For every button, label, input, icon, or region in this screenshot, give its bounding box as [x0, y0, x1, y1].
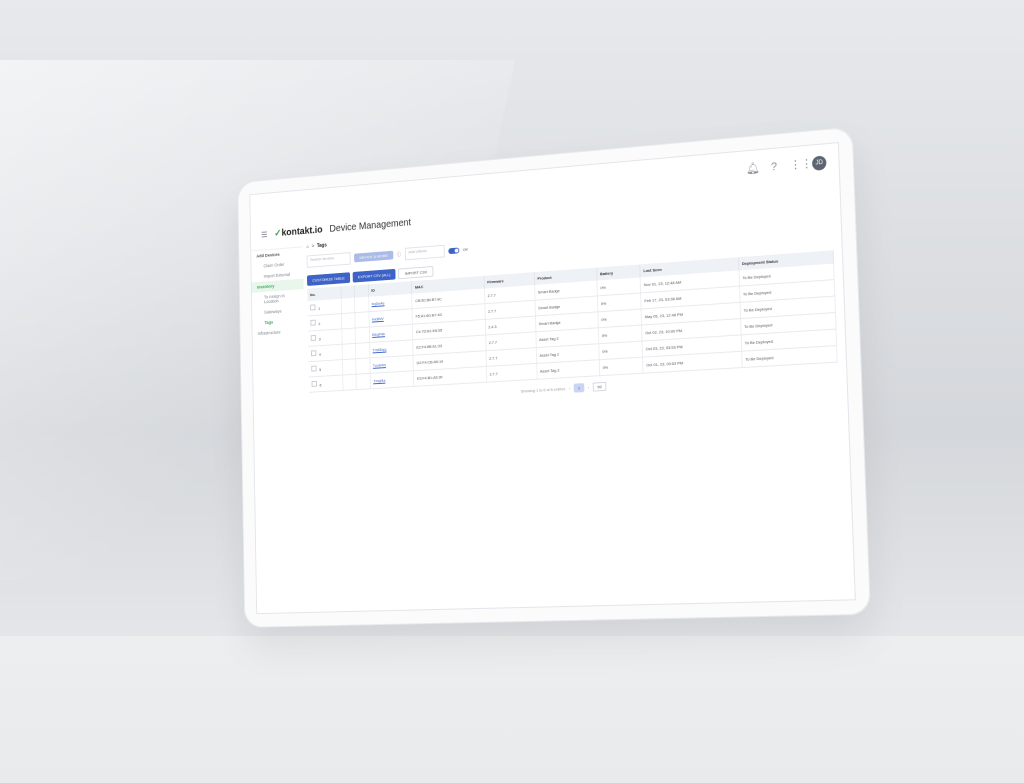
row-checkbox[interactable] — [310, 304, 316, 311]
prev-page-button[interactable]: ‹ — [569, 386, 570, 391]
row-number-text: 2 — [318, 321, 321, 327]
import-csv-button[interactable]: IMPORT CSV — [398, 265, 434, 280]
table-cell: E3:F4:B1:A5:3F — [413, 366, 487, 387]
tablet-frame: 🔔︎ ? ⋮⋮ JD ☰ ✓kontakt.io Device Manageme… — [237, 126, 871, 628]
table-cell — [342, 374, 357, 391]
table-cell: Asset Tag 2 — [536, 359, 600, 380]
breadcrumb-separator: > — [311, 243, 315, 250]
customize-table-button[interactable]: CUSTOMIZE TABLE — [306, 272, 351, 286]
bell-icon[interactable]: 🔔︎ — [746, 162, 760, 175]
pagination-summary: Showing 1 to 6 of 6 entries — [520, 386, 566, 394]
breadcrumb-current: Tags — [316, 242, 327, 250]
app-screen: 🔔︎ ? ⋮⋮ JD ☰ ✓kontakt.io Device Manageme… — [249, 142, 856, 615]
table-cell — [341, 297, 356, 314]
menu-icon[interactable]: ☰ — [261, 230, 267, 239]
row-checkbox[interactable] — [310, 319, 316, 326]
row-number-text: 6 — [319, 382, 322, 388]
row-checkbox[interactable] — [310, 334, 317, 342]
table-cell — [341, 328, 356, 345]
current-page[interactable]: 1 — [573, 383, 584, 393]
criteria-select[interactable]: Add criteria — [404, 244, 445, 261]
toggle-label: Off — [462, 246, 468, 253]
table-cell: 2.7.7 — [486, 363, 537, 383]
table-cell — [355, 327, 370, 344]
table-cell — [356, 373, 371, 390]
home-icon[interactable]: ⌂ — [306, 244, 309, 250]
table-cell — [341, 312, 356, 329]
table-cell — [342, 343, 357, 360]
next-page-button[interactable]: › — [588, 385, 589, 390]
row-number-text: 1 — [318, 305, 321, 311]
devices-filter-button[interactable]: DEVICE & MORE — [354, 250, 394, 263]
table-cell — [354, 296, 369, 313]
table-cell — [356, 357, 370, 375]
table-cell — [342, 358, 357, 375]
search-input[interactable]: Search devices — [306, 252, 351, 268]
column-header[interactable] — [341, 285, 355, 299]
row-checkbox[interactable] — [310, 350, 317, 357]
column-header[interactable] — [354, 284, 369, 298]
table-cell[interactable]: Tmqf4a — [369, 370, 415, 389]
row-number-text: 4 — [318, 351, 321, 357]
row-checkbox[interactable] — [311, 380, 317, 387]
logo-text: kontakt.io — [281, 224, 323, 239]
row-number: 6 — [308, 374, 344, 393]
row-number-text: 3 — [318, 336, 321, 342]
per-page-select[interactable]: 50 — [592, 381, 607, 392]
sidebar-item-infrastructure[interactable]: Infrastructure — [252, 325, 304, 339]
row-checkbox[interactable] — [311, 365, 317, 372]
export-csv-button[interactable]: EXPORT CSV (ALL) — [352, 268, 396, 283]
table-cell — [355, 342, 370, 359]
apps-grid-icon[interactable]: ⋮⋮ — [790, 158, 813, 172]
sidebar: Add Devices Claim Order Import External … — [251, 243, 306, 411]
scene: 🔔︎ ? ⋮⋮ JD ☰ ✓kontakt.io Device Manageme… — [0, 0, 1024, 783]
logo[interactable]: ✓kontakt.io — [274, 225, 322, 239]
avatar[interactable]: JD — [811, 155, 827, 171]
table-cell — [355, 311, 369, 329]
filter-toggle[interactable] — [448, 247, 460, 254]
help-icon[interactable]: ? — [768, 160, 780, 174]
info-icon[interactable]: ⓘ — [397, 251, 402, 258]
row-number-text: 5 — [319, 367, 322, 373]
table-cell: 0% — [599, 357, 644, 376]
